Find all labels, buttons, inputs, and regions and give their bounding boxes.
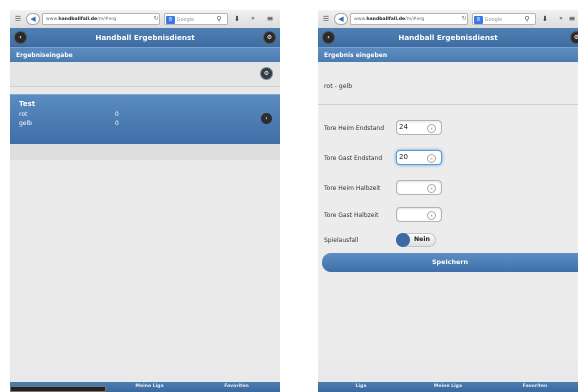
- hamburger-icon[interactable]: ≡: [566, 13, 578, 25]
- away-team-score: 0: [115, 120, 119, 127]
- back-button[interactable]: ‹: [15, 32, 26, 43]
- list-spacer: [10, 144, 280, 160]
- search-icon[interactable]: ⚲: [214, 13, 224, 25]
- match-label: rot - gelb: [324, 83, 353, 90]
- save-button[interactable]: Speichern: [322, 253, 578, 272]
- download-icon[interactable]: ⬇: [232, 13, 242, 25]
- menu-icon[interactable]: ☰: [321, 13, 331, 25]
- label-tore-heim-halbzeit: Tore Heim Halbzeit: [324, 185, 381, 192]
- search-engine-icon: 8: [166, 15, 175, 24]
- divider: [318, 104, 578, 105]
- label-tore-heim-endstand: Tore Heim Endstand: [324, 125, 385, 132]
- left-phone-screen: ☰ ◀ www.handballfall.de/m/#erg ↻ 8 Googl…: [10, 10, 280, 392]
- away-team-row: gelb 0: [19, 120, 159, 127]
- section-title: Ergebniseingabe: [10, 47, 280, 63]
- spielausfall-toggle[interactable]: Nein: [396, 233, 436, 247]
- back-button[interactable]: ‹: [323, 32, 334, 43]
- back-arrow-icon[interactable]: ◀: [334, 13, 348, 25]
- clear-icon[interactable]: ×: [427, 124, 436, 133]
- toggle-value: Nein: [414, 236, 430, 243]
- toggle-knob[interactable]: [396, 233, 410, 247]
- clear-icon[interactable]: ×: [427, 154, 436, 163]
- reload-icon[interactable]: ↻: [460, 13, 468, 25]
- section-title: Ergebnis eingeben: [318, 47, 578, 63]
- nav-favoriten[interactable]: Favoriten: [193, 382, 280, 392]
- right-phone-screen: ☰ ◀ www.handballfall.de/m/#erg ↻ 8 Googl…: [318, 10, 578, 392]
- url-path: /m/#erg: [405, 17, 425, 22]
- footer-navbar: Liga Meine Liga Favoriten: [318, 382, 578, 392]
- home-team-score: 0: [115, 111, 119, 118]
- url-prefix: www.: [354, 17, 367, 22]
- clear-icon[interactable]: ×: [427, 211, 436, 220]
- search-engine-label: Google: [176, 17, 195, 23]
- back-arrow-icon[interactable]: ◀: [26, 13, 40, 25]
- chevron-right-icon[interactable]: ›: [261, 113, 272, 124]
- game-title: Test: [19, 100, 36, 108]
- search-engine-icon: 8: [474, 15, 483, 24]
- label-spielausfall: Spielausfall: [324, 237, 359, 244]
- menu-icon[interactable]: ☰: [13, 13, 23, 25]
- nav-meine-liga[interactable]: Meine Liga: [404, 382, 492, 392]
- url-field[interactable]: www.handballfall.de/m/#erg: [42, 13, 160, 25]
- app-header: ‹ Handball Ergebnisdienst ⚙: [318, 28, 578, 47]
- result-form: rot - gelb Tore Heim Endstand 24 × Tore …: [318, 62, 578, 360]
- url-domain: handballfall.de: [366, 17, 406, 22]
- nav-liga[interactable]: Liga: [318, 382, 404, 392]
- settings-icon[interactable]: ⚙: [264, 32, 275, 43]
- away-team-name: gelb: [19, 120, 32, 127]
- page-title: Handball Ergebnisdienst: [95, 33, 195, 42]
- input-tore-heim-halbzeit[interactable]: ×: [396, 180, 442, 195]
- status-bar-overlay: [10, 386, 106, 392]
- input-value: 24: [399, 123, 408, 131]
- overflow-icon[interactable]: »: [556, 13, 566, 25]
- home-team-name: rot: [19, 111, 28, 118]
- reload-icon[interactable]: ↻: [152, 13, 160, 25]
- browser-toolbar: ☰ ◀ www.handballfall.de/m/#erg ↻ 8 Googl…: [318, 10, 578, 29]
- refresh-button[interactable]: ⚙: [261, 68, 272, 79]
- url-field[interactable]: www.handballfall.de/m/#erg: [350, 13, 468, 25]
- download-icon[interactable]: ⬇: [540, 13, 550, 25]
- label-tore-gast-endstand: Tore Gast Endstand: [324, 155, 383, 162]
- url-domain: handballfall.de: [58, 17, 98, 22]
- url-prefix: www.: [46, 17, 59, 22]
- filter-row: ⚙: [10, 62, 280, 87]
- input-tore-gast-endstand[interactable]: 20 ×: [396, 150, 442, 165]
- app-header: ‹ Handball Ergebnisdienst ⚙: [10, 28, 280, 47]
- url-path: /m/#erg: [97, 17, 117, 22]
- nav-favoriten[interactable]: Favoriten: [492, 382, 578, 392]
- input-tore-gast-halbzeit[interactable]: ×: [396, 207, 442, 222]
- browser-toolbar: ☰ ◀ www.handballfall.de/m/#erg ↻ 8 Googl…: [10, 10, 280, 29]
- search-icon[interactable]: ⚲: [522, 13, 532, 25]
- nav-meine-liga[interactable]: Meine Liga: [106, 382, 193, 392]
- hamburger-icon[interactable]: ≡: [264, 13, 276, 25]
- settings-icon[interactable]: ⚙: [571, 32, 578, 43]
- clear-icon[interactable]: ×: [427, 184, 436, 193]
- overflow-icon[interactable]: »: [248, 13, 258, 25]
- label-tore-gast-halbzeit: Tore Gast Halbzeit: [324, 212, 379, 219]
- page-title: Handball Ergebnisdienst: [398, 33, 498, 42]
- search-engine-label: Google: [484, 17, 503, 23]
- home-team-row: rot 0: [19, 111, 159, 118]
- input-value: 20: [399, 153, 408, 161]
- game-list-item[interactable]: Test rot 0 gelb 0 ›: [10, 94, 280, 145]
- input-tore-heim-endstand[interactable]: 24 ×: [396, 120, 442, 135]
